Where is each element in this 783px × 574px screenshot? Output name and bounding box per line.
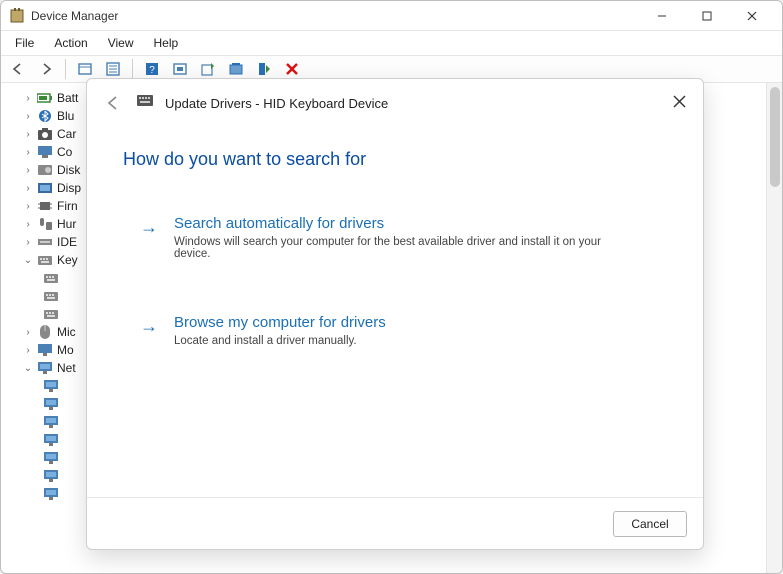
network-icon <box>43 432 59 448</box>
toolbar-back-button[interactable] <box>7 58 29 80</box>
tree-label: Mic <box>57 325 76 339</box>
toolbar-help-button[interactable]: ? <box>141 58 163 80</box>
menu-view[interactable]: View <box>100 34 142 52</box>
dialog-footer: Cancel <box>87 497 703 549</box>
keyboard-icon <box>43 306 59 322</box>
mouse-icon <box>37 324 53 340</box>
arrow-right-icon: → <box>140 217 160 260</box>
option-title: Search automatically for drivers <box>174 215 614 232</box>
toolbar-uninstall-button[interactable] <box>225 58 247 80</box>
bluetooth-icon <box>37 108 53 124</box>
close-button[interactable] <box>729 2 774 30</box>
tree-label: Hur <box>57 217 76 231</box>
titlebar: Device Manager <box>1 1 782 31</box>
menu-help[interactable]: Help <box>146 34 187 52</box>
menu-action[interactable]: Action <box>46 34 95 52</box>
network-icon <box>43 414 59 430</box>
svg-text:?: ? <box>149 65 155 76</box>
tree-label: Disk <box>57 163 80 177</box>
firmware-icon <box>37 198 53 214</box>
tree-label: Net <box>57 361 76 375</box>
menu-file[interactable]: File <box>7 34 42 52</box>
option-browse-computer[interactable]: → Browse my computer for drivers Locate … <box>123 297 667 366</box>
disk-icon <box>37 162 53 178</box>
dialog-heading: How do you want to search for <box>123 149 667 170</box>
arrow-right-icon: → <box>140 316 160 347</box>
minimize-button[interactable] <box>639 2 684 30</box>
camera-icon <box>37 126 53 142</box>
menubar: File Action View Help <box>1 31 782 55</box>
cancel-button[interactable]: Cancel <box>613 511 687 537</box>
toolbar-scan-button[interactable] <box>169 58 191 80</box>
dialog-back-button[interactable] <box>101 91 125 115</box>
tree-label: Disp <box>57 181 81 195</box>
tree-label: Key <box>57 253 78 267</box>
hid-icon <box>37 216 53 232</box>
option-description: Windows will search your computer for th… <box>174 236 614 260</box>
tree-label: Co <box>57 145 72 159</box>
keyboard-icon <box>43 288 59 304</box>
display-icon <box>37 180 53 196</box>
option-search-automatically[interactable]: → Search automatically for drivers Windo… <box>123 198 667 279</box>
battery-icon <box>37 90 53 106</box>
dialog-header: Update Drivers - HID Keyboard Device <box>87 79 703 127</box>
keyboard-device-icon <box>137 95 153 111</box>
computer-icon <box>37 144 53 160</box>
toolbar-show-hidden-button[interactable] <box>74 58 96 80</box>
ide-icon <box>37 234 53 250</box>
monitor-icon <box>37 342 53 358</box>
toolbar-properties-button[interactable] <box>102 58 124 80</box>
window-title: Device Manager <box>31 9 118 23</box>
update-driver-dialog: Update Drivers - HID Keyboard Device How… <box>86 78 704 550</box>
network-icon <box>43 396 59 412</box>
vertical-scrollbar[interactable] <box>766 83 782 573</box>
tree-label: Firn <box>57 199 78 213</box>
dialog-title: Update Drivers - HID Keyboard Device <box>165 96 388 111</box>
toolbar-separator <box>132 59 133 79</box>
keyboard-icon <box>37 252 53 268</box>
toolbar-enable-button[interactable] <box>253 58 275 80</box>
toolbar-separator <box>65 59 66 79</box>
network-icon <box>37 360 53 376</box>
tree-label: Blu <box>57 109 74 123</box>
tree-label: IDE <box>57 235 77 249</box>
dialog-close-button[interactable] <box>665 87 693 115</box>
toolbar-update-driver-button[interactable] <box>197 58 219 80</box>
toolbar-disable-button[interactable] <box>281 58 303 80</box>
scrollbar-thumb[interactable] <box>770 87 780 187</box>
option-title: Browse my computer for drivers <box>174 314 386 331</box>
network-icon <box>43 468 59 484</box>
option-description: Locate and install a driver manually. <box>174 335 386 347</box>
tree-label: Mo <box>57 343 74 357</box>
keyboard-icon <box>43 270 59 286</box>
app-icon <box>9 8 25 24</box>
tree-label: Car <box>57 127 76 141</box>
tree-label: Batt <box>57 91 78 105</box>
toolbar-forward-button[interactable] <box>35 58 57 80</box>
maximize-button[interactable] <box>684 2 729 30</box>
network-icon <box>43 450 59 466</box>
network-icon <box>43 486 59 502</box>
network-icon <box>43 378 59 394</box>
dialog-body: How do you want to search for → Search a… <box>87 127 703 497</box>
